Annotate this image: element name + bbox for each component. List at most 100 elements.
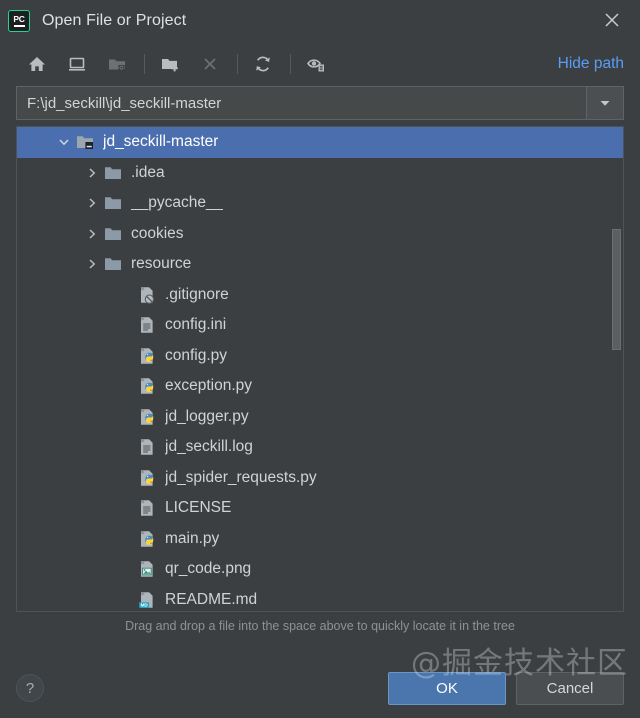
tree-row[interactable]: jd_seckill-master bbox=[17, 127, 623, 158]
folder-icon bbox=[103, 163, 123, 183]
markdown-file-icon: MD bbox=[137, 590, 157, 610]
project-dir-icon-glyph bbox=[109, 59, 125, 71]
tree-row[interactable]: __pycache__ bbox=[17, 188, 623, 219]
tree-twisty[interactable] bbox=[81, 166, 103, 180]
help-button[interactable]: ? bbox=[16, 674, 44, 702]
tree-row-label: .gitignore bbox=[165, 285, 229, 303]
python-file-icon bbox=[137, 529, 157, 549]
pycharm-icon: PC bbox=[8, 10, 30, 32]
tree-row-label: resource bbox=[131, 255, 192, 273]
gitignore-file-icon bbox=[137, 285, 157, 305]
chevron-right-icon bbox=[89, 198, 96, 208]
close-icon-glyph bbox=[605, 13, 619, 27]
tree-row[interactable]: exception.py bbox=[17, 371, 623, 402]
file-tree: jd_seckill-master .idea __pycache__cookies… bbox=[17, 127, 623, 612]
text-file-icon bbox=[137, 437, 157, 457]
file-tree-panel: jd_seckill-master .idea __pycache__cookies… bbox=[16, 126, 624, 612]
text-file-icon bbox=[137, 498, 157, 518]
tree-row-label: jd_spider_requests.py bbox=[165, 468, 317, 486]
hide-path-link[interactable]: Hide path bbox=[558, 55, 624, 73]
tree-row-label: qr_code.png bbox=[165, 560, 252, 578]
tree-row-label: README.md bbox=[165, 590, 258, 608]
tree-row[interactable]: qr_code.png bbox=[17, 554, 623, 585]
tree-row[interactable]: jd_logger.py bbox=[17, 402, 623, 433]
new-folder-icon[interactable] bbox=[155, 49, 185, 79]
toolbar: Hide path bbox=[0, 42, 640, 86]
dialog-footer: ? OK Cancel bbox=[0, 658, 640, 718]
chevron-right-icon bbox=[89, 259, 96, 269]
tree-twisty[interactable] bbox=[81, 196, 103, 210]
toolbar-separator-1 bbox=[144, 54, 145, 74]
chevron-down-icon bbox=[59, 139, 69, 146]
tree-row[interactable]: config.py bbox=[17, 341, 623, 372]
window-title: Open File or Project bbox=[42, 12, 187, 29]
cancel-button[interactable]: Cancel bbox=[516, 671, 624, 705]
tree-row-label: config.py bbox=[165, 346, 228, 364]
tree-row-label: LICENSE bbox=[165, 499, 232, 517]
image-file-icon bbox=[137, 559, 157, 579]
folder-icon bbox=[103, 254, 123, 274]
tree-row[interactable]: .gitignore bbox=[17, 280, 623, 311]
tree-row[interactable]: MD README.md bbox=[17, 585, 623, 612]
toolbar-separator-3 bbox=[290, 54, 291, 74]
drag-drop-hint: Drag and drop a file into the space abov… bbox=[125, 619, 515, 633]
close-icon[interactable] bbox=[596, 4, 628, 36]
dialog-buttons: OK Cancel bbox=[388, 671, 624, 705]
tree-row[interactable]: resource bbox=[17, 249, 623, 280]
tree-scrollbar[interactable] bbox=[611, 127, 622, 611]
new-folder-icon-glyph bbox=[162, 59, 178, 72]
path-combobox[interactable]: F:\jd_seckill\jd_seckill-master bbox=[16, 86, 624, 120]
tree-twisty[interactable] bbox=[53, 135, 75, 149]
module-folder-icon bbox=[75, 132, 95, 152]
tree-row-label: jd_seckill.log bbox=[165, 438, 253, 456]
home-icon[interactable] bbox=[22, 49, 52, 79]
ok-button[interactable]: OK bbox=[388, 671, 506, 705]
project-dir-icon[interactable] bbox=[102, 49, 132, 79]
tree-row[interactable]: jd_spider_requests.py bbox=[17, 463, 623, 494]
tree-row[interactable]: jd_seckill.log bbox=[17, 432, 623, 463]
tree-row-label: config.ini bbox=[165, 316, 227, 334]
python-file-icon bbox=[137, 407, 157, 427]
pycharm-icon-bar bbox=[13, 25, 25, 28]
desktop-icon-glyph bbox=[69, 57, 85, 71]
python-file-icon bbox=[137, 376, 157, 396]
path-input[interactable]: F:\jd_seckill\jd_seckill-master bbox=[17, 87, 586, 119]
tree-scrollbar-thumb[interactable] bbox=[612, 228, 621, 350]
chevron-down-icon[interactable] bbox=[586, 87, 623, 119]
svg-text:MD: MD bbox=[141, 602, 149, 607]
folder-icon bbox=[103, 224, 123, 244]
tree-row-label: main.py bbox=[165, 529, 220, 547]
home-icon-glyph bbox=[29, 57, 45, 71]
tree-row[interactable]: cookies bbox=[17, 219, 623, 250]
chevron-down-icon-glyph bbox=[600, 101, 610, 106]
tree-twisty[interactable] bbox=[81, 257, 103, 271]
delete-icon[interactable] bbox=[195, 49, 225, 79]
path-row: F:\jd_seckill\jd_seckill-master bbox=[0, 86, 640, 120]
tree-twisty[interactable] bbox=[81, 227, 103, 241]
python-file-icon bbox=[137, 346, 157, 366]
tree-row[interactable]: .idea bbox=[17, 158, 623, 189]
show-hidden-icon-glyph bbox=[307, 59, 324, 72]
tree-row-label: jd_logger.py bbox=[165, 407, 249, 425]
tree-row-label: cookies bbox=[131, 224, 184, 242]
tree-row-label: __pycache__ bbox=[131, 194, 224, 212]
open-file-dialog: PC Open File or Project Hide path F:\jd_… bbox=[0, 0, 640, 718]
text-file-icon bbox=[137, 315, 157, 335]
refresh-icon-glyph bbox=[256, 56, 270, 72]
folder-icon bbox=[103, 193, 123, 213]
tree-row[interactable]: LICENSE bbox=[17, 493, 623, 524]
tree-row-label: exception.py bbox=[165, 377, 253, 395]
toolbar-separator-2 bbox=[237, 54, 238, 74]
desktop-icon[interactable] bbox=[62, 49, 92, 79]
tree-row-label: jd_seckill-master bbox=[103, 133, 219, 151]
chevron-right-icon bbox=[89, 229, 96, 239]
python-file-icon bbox=[137, 468, 157, 488]
refresh-icon[interactable] bbox=[248, 49, 278, 79]
show-hidden-icon[interactable] bbox=[301, 49, 331, 79]
chevron-right-icon bbox=[89, 168, 96, 178]
tree-row[interactable]: config.ini bbox=[17, 310, 623, 341]
title-bar: PC Open File or Project bbox=[0, 0, 640, 42]
pycharm-icon-text: PC bbox=[13, 13, 25, 24]
tree-row[interactable]: main.py bbox=[17, 524, 623, 555]
delete-icon-glyph bbox=[204, 58, 216, 70]
